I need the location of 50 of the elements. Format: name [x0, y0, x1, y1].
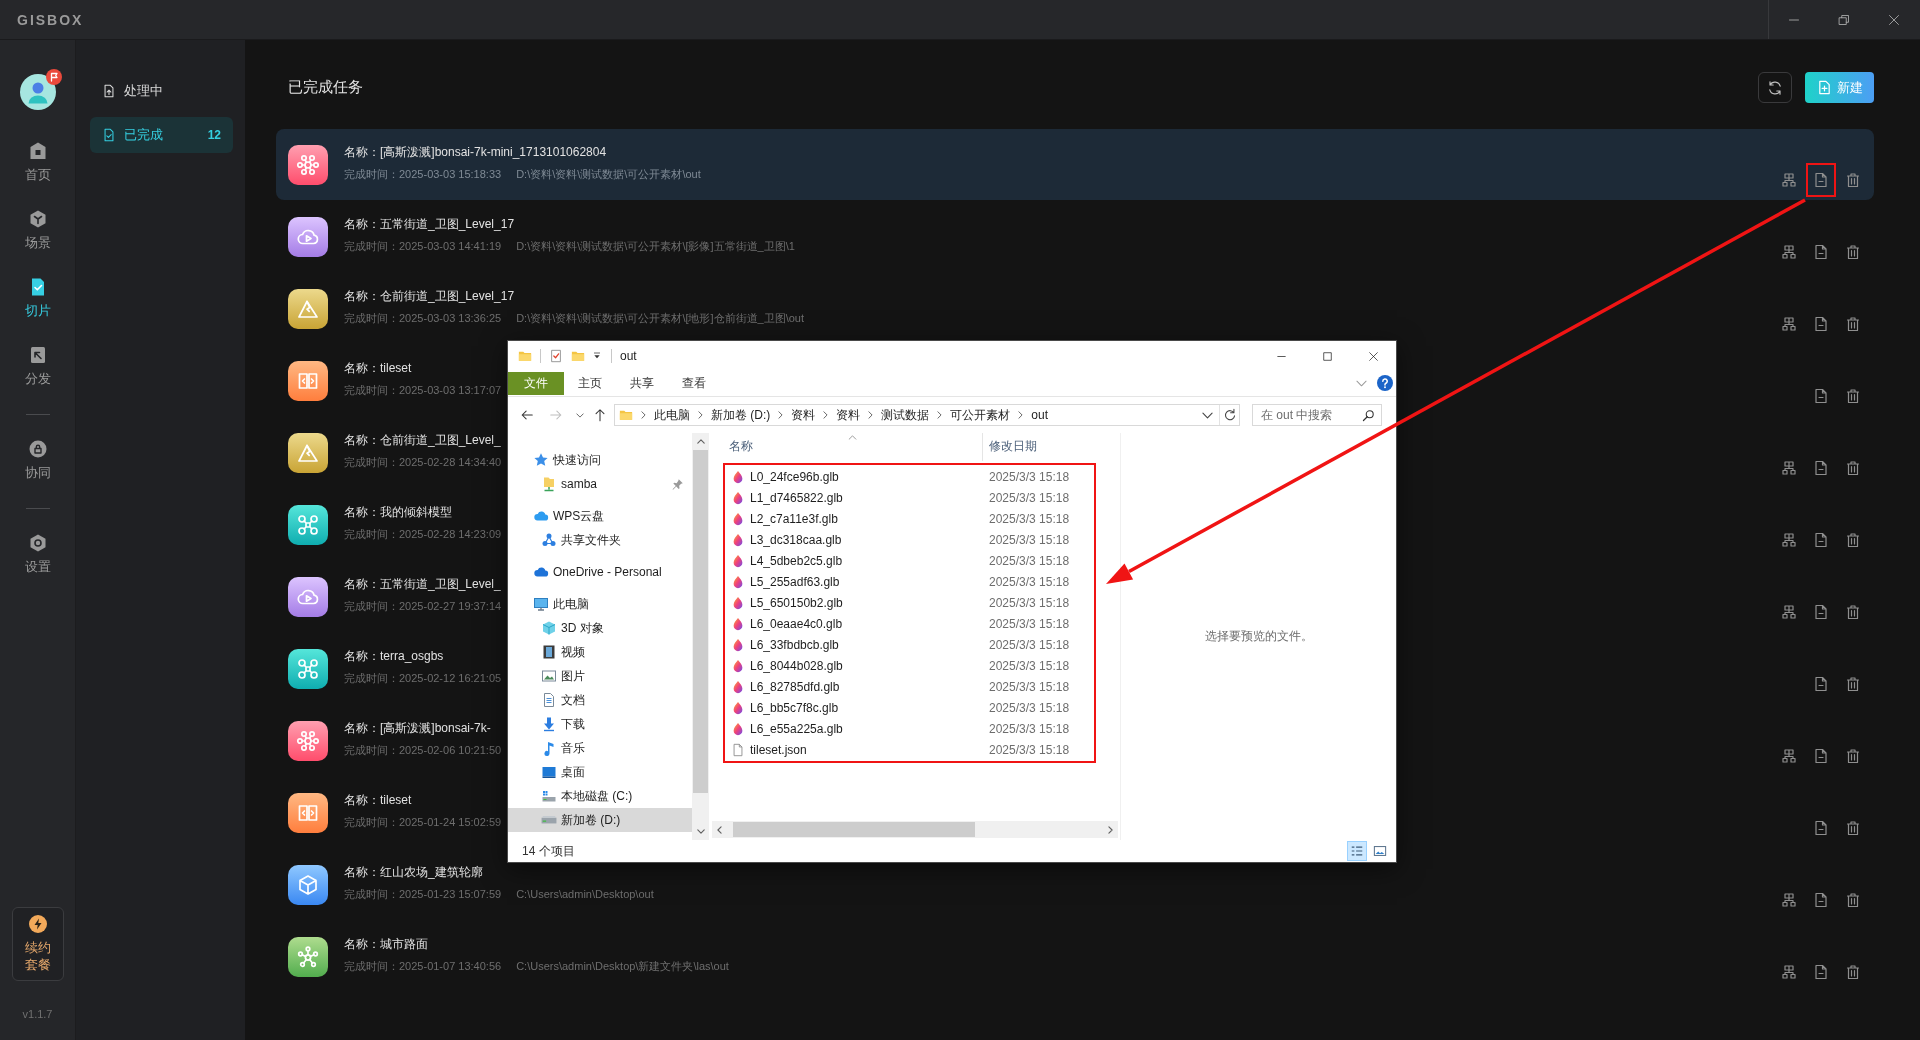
- modified-date: 2025/3/3 15:18: [988, 511, 1070, 526]
- modified-date: 2025/3/3 15:18: [988, 616, 1070, 631]
- task-name: 名称：城市路面: [344, 936, 429, 953]
- output-path: D:\资料\资料\测试数据\可公开素材\[地形]仓前街道_卫图\out: [516, 311, 804, 326]
- page-title: 已完成任务: [288, 78, 363, 97]
- output-path: D:\资料\资料\测试数据\可公开素材\[影像]五常街道_卫图\1: [516, 239, 795, 254]
- task-name: 名称：我的倾斜模型: [344, 504, 453, 521]
- finish-time: 完成时间：2025-03-03 13:17:07: [344, 383, 502, 398]
- finish-time: 完成时间：2025-01-07 13:40:56: [344, 959, 502, 974]
- finish-time: 完成时间：2025-02-27 19:37:14: [344, 599, 502, 614]
- modified-date: 2025/3/3 15:18: [988, 679, 1070, 694]
- modified-date: 2025/3/3 15:18: [988, 469, 1070, 484]
- finish-time: 完成时间：2025-02-12 16:21:05: [344, 671, 502, 686]
- task-name: 名称：五常街道_卫图_Level_17: [344, 216, 516, 233]
- modified-date: 2025/3/3 15:18: [988, 532, 1070, 547]
- finish-time: 完成时间：2025-01-23 15:07:59: [344, 887, 502, 902]
- task-name: 名称：红山农场_建筑轮廓: [344, 864, 484, 881]
- task-name: 名称：tileset: [344, 792, 413, 809]
- window-title: out: [620, 349, 637, 363]
- task-name: 名称：[高斯泼溅]bonsai-7k-: [344, 720, 492, 737]
- finish-time: 完成时间：2025-02-28 14:23:09: [344, 527, 502, 542]
- modified-date: 2025/3/3 15:18: [988, 574, 1070, 589]
- modified-date: 2025/3/3 15:18: [988, 553, 1070, 568]
- finish-time: 完成时间：2025-03-03 15:18:33: [344, 167, 502, 182]
- output-path: D:\资料\资料\测试数据\可公开素材\out: [516, 167, 701, 182]
- finish-time: 完成时间：2025-02-28 14:34:40: [344, 455, 502, 470]
- item-count: 14 个项目: [522, 842, 575, 860]
- finish-time: 完成时间：2025-03-03 14:41:19: [344, 239, 502, 254]
- version-label: v1.1.7: [22, 1007, 53, 1022]
- item-count: 12: [207, 128, 221, 142]
- task-name: 名称：tileset: [344, 360, 413, 377]
- modified-date: 2025/3/3 15:18: [988, 700, 1070, 715]
- modified-date: 2025/3/3 15:18: [988, 637, 1070, 652]
- modified-date: 2025/3/3 15:18: [988, 721, 1070, 736]
- task-name: 名称：仓前街道_卫图_Level_17: [344, 288, 516, 305]
- modified-date: 2025/3/3 15:18: [988, 658, 1070, 673]
- task-name: 名称：[高斯泼溅]bonsai-7k-mini_1713101062804: [344, 144, 608, 161]
- task-name: 名称：仓前街道_卫图_Level_: [344, 432, 502, 449]
- output-path: C:\Users\admin\Desktop\out: [516, 887, 654, 902]
- task-name: 名称：terra_osgbs: [344, 648, 445, 665]
- finish-time: 完成时间：2025-03-03 13:36:25: [344, 311, 502, 326]
- modified-date: 2025/3/3 15:18: [988, 490, 1070, 505]
- output-path: C:\Users\admin\Desktop\新建文件夹\las\out: [516, 959, 729, 974]
- finish-time: 完成时间：2025-02-06 10:21:50: [344, 743, 502, 758]
- task-name: 名称：五常街道_卫图_Level_: [344, 576, 502, 593]
- finish-time: 完成时间：2025-01-24 15:02:59: [344, 815, 502, 830]
- modified-date: 2025/3/3 15:18: [988, 742, 1070, 757]
- app-logo: GISBOX: [17, 11, 84, 28]
- modified-date: 2025/3/3 15:18: [988, 595, 1070, 610]
- preview-message: 选择要预览的文件。: [1204, 628, 1313, 645]
